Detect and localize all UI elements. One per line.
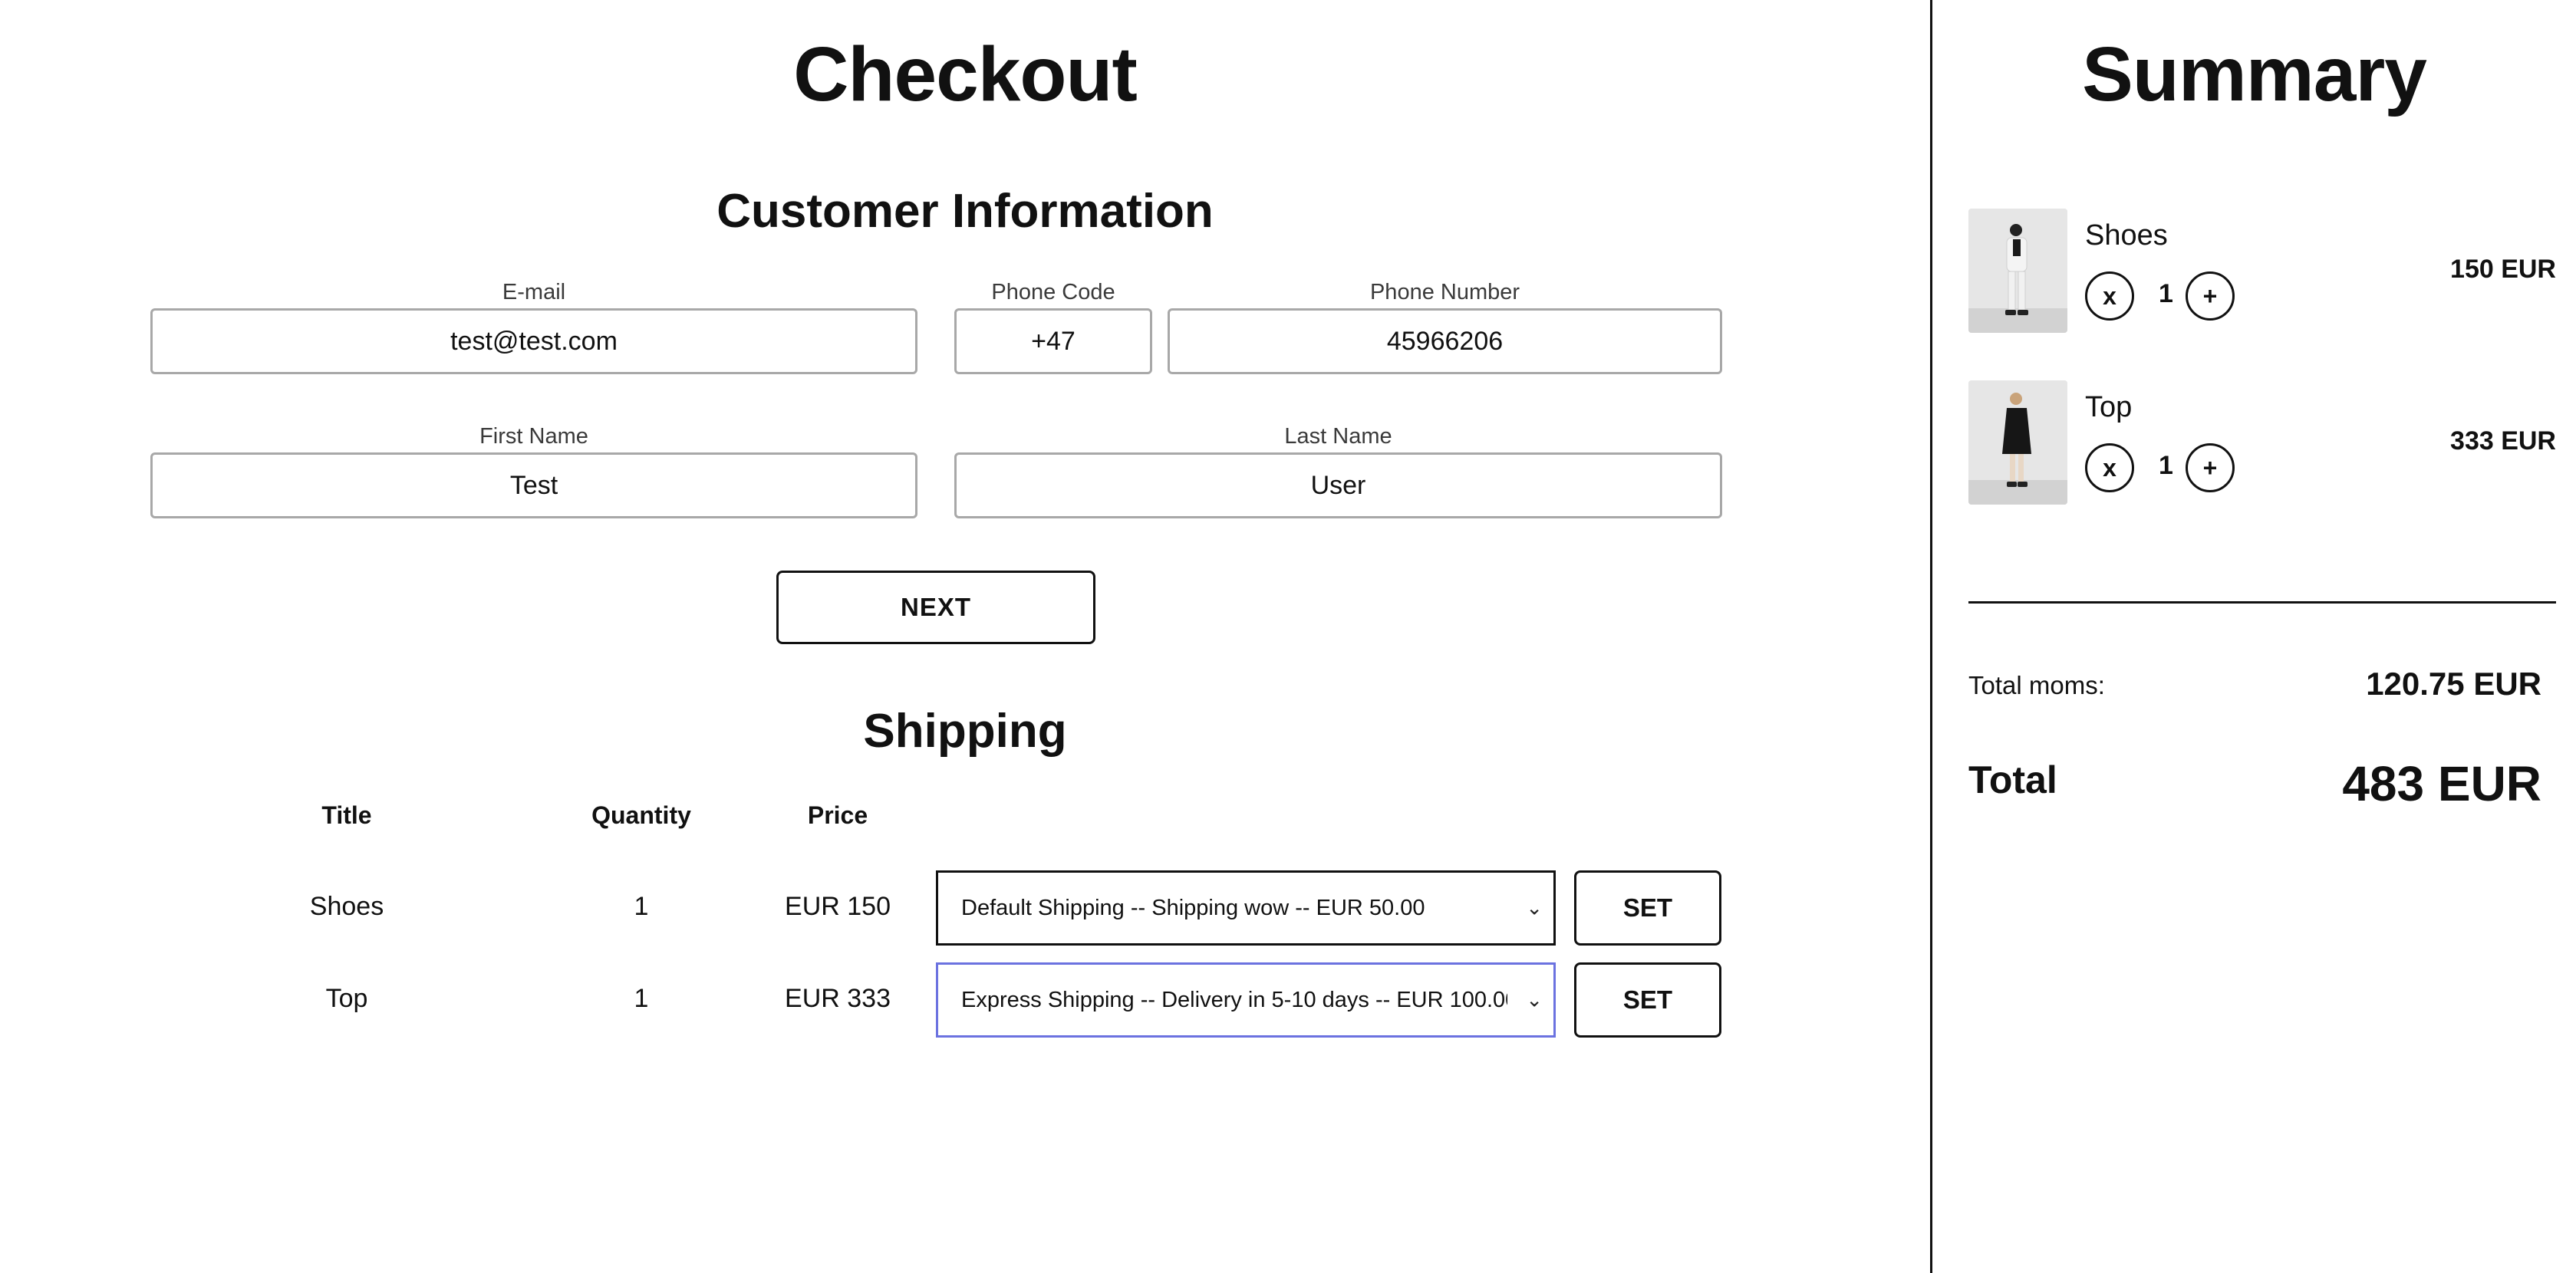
last-name-field-group: Last Name <box>954 420 1722 518</box>
chevron-down-icon: ⌄ <box>1526 988 1543 1011</box>
set-shipping-button[interactable]: SET <box>1574 870 1721 946</box>
shipping-row-title: Shoes <box>309 892 384 921</box>
product-image <box>1968 380 2067 505</box>
email-field-group: E-mail <box>150 276 917 374</box>
shipping-method-value: Default Shipping -- Shipping wow -- EUR … <box>961 895 1425 920</box>
shipping-row-quantity: 1 <box>634 892 649 921</box>
shipping-row-quantity: 1 <box>634 984 649 1013</box>
summary-title: Summary <box>2082 31 2427 117</box>
total-value: 483 EUR <box>2342 756 2541 811</box>
phone-code-label: Phone Code <box>991 280 1115 304</box>
first-name-label: First Name <box>479 424 588 449</box>
shipping-header-title: Title <box>321 801 372 829</box>
cart-item: Top x 1 + 333 EUR <box>1968 380 2556 505</box>
summary-panel: Summary Shoes x 1 + 150 EUR Top x 1 + 33… <box>1932 0 2576 1273</box>
last-name-field[interactable] <box>954 452 1722 518</box>
cart-item-price: 150 EUR <box>2450 255 2556 284</box>
phone-code-field-group: Phone Code <box>954 276 1152 374</box>
email-label: E-mail <box>502 280 566 304</box>
shipping-header-price: Price <box>807 801 868 829</box>
shipping-header-quantity: Quantity <box>591 801 691 829</box>
tax-label: Total moms: <box>1968 671 2105 699</box>
shipping-row-price: EUR 333 <box>785 984 891 1013</box>
remove-item-button[interactable]: x <box>2085 443 2134 492</box>
customer-info-title: Customer Information <box>716 185 1214 238</box>
increase-quantity-button[interactable]: + <box>2186 271 2235 321</box>
shipping-method-select[interactable]: Default Shipping -- Shipping wow -- EUR … <box>936 870 1556 946</box>
set-shipping-button[interactable]: SET <box>1574 962 1721 1038</box>
phone-code-field[interactable] <box>954 308 1152 374</box>
cart-item-price: 333 EUR <box>2450 426 2556 456</box>
summary-divider <box>1968 601 2556 604</box>
shipping-method-select[interactable]: Express Shipping -- Delivery in 5-10 day… <box>936 962 1556 1038</box>
page-title: Checkout <box>793 31 1138 117</box>
shipping-title: Shipping <box>863 705 1067 758</box>
phone-number-label: Phone Number <box>1369 280 1520 304</box>
first-name-field-group: First Name <box>150 420 917 518</box>
checkout-panel: Checkout Customer Information E-mail Pho… <box>0 0 1930 1273</box>
last-name-label: Last Name <box>1284 424 1392 449</box>
phone-number-field[interactable] <box>1168 308 1722 374</box>
increase-quantity-button[interactable]: + <box>2186 443 2235 492</box>
phone-number-field-group: Phone Number <box>1168 276 1722 374</box>
cart-item-name: Shoes <box>2085 219 2168 252</box>
remove-item-button[interactable]: x <box>2085 271 2134 321</box>
shipping-row-title: Top <box>325 984 368 1013</box>
shipping-row-price: EUR 150 <box>785 892 891 921</box>
shipping-method-value: Express Shipping -- Delivery in 5-10 day… <box>961 987 1507 1012</box>
first-name-field[interactable] <box>150 452 917 518</box>
product-image <box>1968 209 2067 333</box>
tax-value: 120.75 EUR <box>2366 666 2541 702</box>
email-field[interactable] <box>150 308 917 374</box>
cart-item-quantity: 1 <box>2159 279 2173 308</box>
chevron-down-icon: ⌄ <box>1526 896 1543 919</box>
cart-item: Shoes x 1 + 150 EUR <box>1968 209 2556 333</box>
cart-item-name: Top <box>2085 391 2133 423</box>
total-label: Total <box>1968 758 2057 801</box>
next-button[interactable]: NEXT <box>776 571 1095 644</box>
cart-item-quantity: 1 <box>2159 451 2173 480</box>
